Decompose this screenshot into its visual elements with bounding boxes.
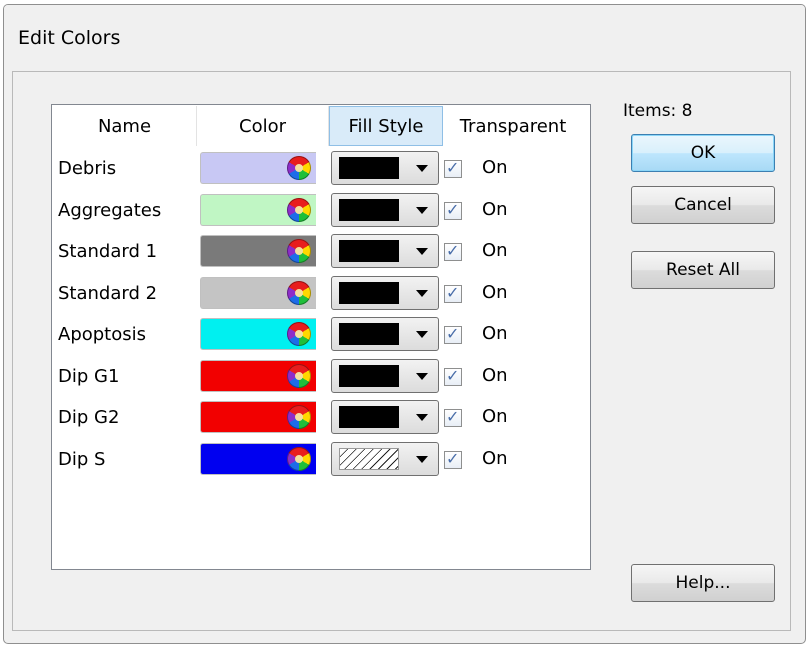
transparent-label: On [482,199,508,220]
transparent-label: On [482,365,508,386]
fill-pattern-preview [339,282,399,304]
table-row[interactable]: Standard 2 On [52,273,590,313]
fill-pattern-preview [339,323,399,345]
transparent-checkbox[interactable] [444,158,462,178]
dialog-title: Edit Colors [18,27,121,49]
fill-pattern-preview [339,240,399,262]
title-bar[interactable]: Edit Colors [4,5,805,71]
fill-style-dropdown[interactable] [331,317,439,351]
fill-pattern-preview [339,157,399,179]
row-name: Dip G1 [58,365,120,387]
table-row[interactable]: Standard 1 On [52,231,590,271]
transparent-checkbox[interactable] [444,407,462,427]
color-wheel-icon[interactable] [287,405,311,429]
fill-pattern-preview [339,199,399,221]
color-wheel-icon[interactable] [287,322,311,346]
table-row[interactable]: Apoptosis On [52,314,590,354]
fill-style-dropdown[interactable] [331,234,439,268]
ok-button[interactable]: OK [631,134,775,172]
column-header-color[interactable]: Color [197,106,329,146]
chevron-down-icon [416,207,428,214]
table-row[interactable]: Aggregates On [52,190,590,230]
chevron-down-icon [416,456,428,463]
transparent-label: On [482,448,508,469]
color-wheel-icon[interactable] [287,364,311,388]
table-row[interactable]: Dip G1 On [52,356,590,396]
column-header-name[interactable]: Name [53,106,197,146]
transparent-checkbox[interactable] [444,449,462,469]
fill-pattern-preview [339,365,399,387]
column-header-transparent[interactable]: Transparent [443,106,583,146]
transparent-label: On [482,282,508,303]
color-wheel-icon[interactable] [287,198,311,222]
transparent-checkbox[interactable] [444,366,462,386]
cancel-button[interactable]: Cancel [631,186,775,224]
row-name: Debris [58,157,117,179]
fill-style-dropdown[interactable] [331,400,439,434]
fill-style-dropdown[interactable] [331,276,439,310]
fill-style-dropdown[interactable] [331,359,439,393]
row-name: Dip S [58,448,106,470]
table-row[interactable]: Dip S On [52,439,590,479]
row-name: Apoptosis [58,323,147,345]
reset-all-button[interactable]: Reset All [631,251,775,289]
transparent-label: On [482,240,508,261]
table-row[interactable]: Dip G2 On [52,397,590,437]
color-wheel-icon[interactable] [287,447,311,471]
chevron-down-icon [416,290,428,297]
transparent-label: On [482,157,508,178]
transparent-checkbox[interactable] [444,200,462,220]
transparent-checkbox[interactable] [444,241,462,261]
items-count: Items: 8 [623,101,693,121]
fill-pattern-preview [339,448,399,470]
fill-pattern-preview [339,406,399,428]
fill-style-dropdown[interactable] [331,442,439,476]
chevron-down-icon [416,414,428,421]
color-wheel-icon[interactable] [287,239,311,263]
row-name: Dip G2 [58,406,120,428]
row-name: Standard 2 [58,282,158,304]
transparent-checkbox[interactable] [444,324,462,344]
fill-style-dropdown[interactable] [331,151,439,185]
transparent-checkbox[interactable] [444,283,462,303]
transparent-label: On [482,406,508,427]
transparent-label: On [482,323,508,344]
chevron-down-icon [416,165,428,172]
table-row[interactable]: Debris On [52,148,590,188]
column-header-fill-style[interactable]: Fill Style [329,106,443,146]
chevron-down-icon [416,248,428,255]
row-name: Aggregates [58,199,162,221]
chevron-down-icon [416,373,428,380]
chevron-down-icon [416,331,428,338]
color-table: Name Color Fill Style Transparent Debris… [51,104,591,570]
color-wheel-icon[interactable] [287,156,311,180]
help-button[interactable]: Help... [631,564,775,602]
fill-style-dropdown[interactable] [331,193,439,227]
row-name: Standard 1 [58,240,158,262]
color-wheel-icon[interactable] [287,281,311,305]
